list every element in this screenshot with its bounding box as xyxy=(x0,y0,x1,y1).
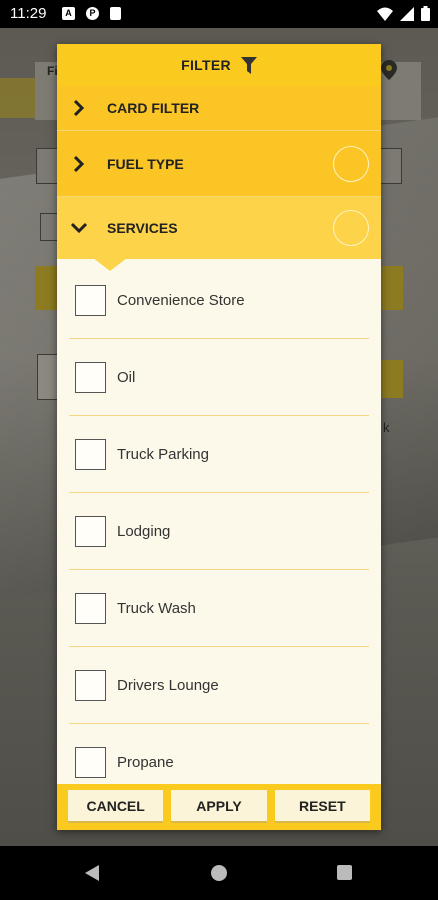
checkbox[interactable] xyxy=(75,669,106,701)
signal-icon xyxy=(400,6,414,21)
back-icon[interactable] xyxy=(85,865,99,881)
home-icon[interactable] xyxy=(211,865,227,881)
checkbox[interactable] xyxy=(75,438,106,470)
service-item-truck-parking[interactable]: Truck Parking xyxy=(69,416,369,493)
service-label: Truck Wash xyxy=(117,599,196,617)
reset-button[interactable]: RESET xyxy=(274,790,370,823)
checkbox[interactable] xyxy=(75,361,106,393)
filter-title: FILTER xyxy=(181,57,231,73)
service-label: Oil xyxy=(117,368,136,386)
fuel-type-section[interactable]: FUEL TYPE xyxy=(57,130,381,196)
status-bar: 11:29 A P xyxy=(0,0,438,28)
service-label: Propane xyxy=(117,754,174,771)
card-filter-section[interactable]: CARD FILTER xyxy=(57,86,381,130)
funnel-icon xyxy=(240,56,257,74)
cancel-button[interactable]: CANCEL xyxy=(68,790,164,823)
apply-button[interactable]: APPLY xyxy=(171,790,267,823)
card-filter-label: CARD FILTER xyxy=(107,100,200,116)
dialog-footer: CANCEL APPLY RESET xyxy=(57,784,381,830)
recent-apps-icon[interactable] xyxy=(337,865,352,880)
fuel-type-indicator xyxy=(333,145,369,182)
wifi-icon xyxy=(377,7,393,21)
chevron-right-icon xyxy=(73,100,85,116)
services-label: SERVICES xyxy=(107,220,178,236)
checkbox[interactable] xyxy=(75,515,106,547)
checkbox[interactable] xyxy=(75,747,106,778)
service-label: Lodging xyxy=(117,522,171,540)
service-item-truck-wash[interactable]: Truck Wash xyxy=(69,570,369,647)
status-time: 11:29 xyxy=(10,5,47,22)
p-circle-icon: P xyxy=(86,7,99,20)
background-label-right: k xyxy=(383,420,390,435)
service-item-convenience-store[interactable]: Convenience Store xyxy=(69,262,369,339)
service-label: Truck Parking xyxy=(117,445,209,463)
chevron-down-icon xyxy=(71,222,87,234)
checkbox[interactable] xyxy=(75,284,106,316)
services-indicator xyxy=(333,210,369,246)
navigation-bar xyxy=(0,846,438,900)
service-label: Drivers Lounge xyxy=(117,676,219,694)
service-item-oil[interactable]: Oil xyxy=(69,339,369,416)
battery-icon xyxy=(421,6,430,21)
service-label: Convenience Store xyxy=(117,291,245,309)
filter-header: FILTER xyxy=(57,44,381,86)
service-item-lodging[interactable]: Lodging xyxy=(69,493,369,570)
location-pin-icon xyxy=(381,60,397,80)
checkbox[interactable] xyxy=(75,592,106,624)
services-section[interactable]: SERVICES xyxy=(57,196,381,259)
sd-card-icon xyxy=(110,7,121,20)
fuel-type-label: FUEL TYPE xyxy=(107,155,184,172)
filter-dialog: FILTER CARD FILTER FUEL TYPE SERVICES Co… xyxy=(57,44,381,830)
chevron-right-icon xyxy=(73,155,85,172)
a-box-icon: A xyxy=(62,7,75,20)
service-item-drivers-lounge[interactable]: Drivers Lounge xyxy=(69,647,369,724)
